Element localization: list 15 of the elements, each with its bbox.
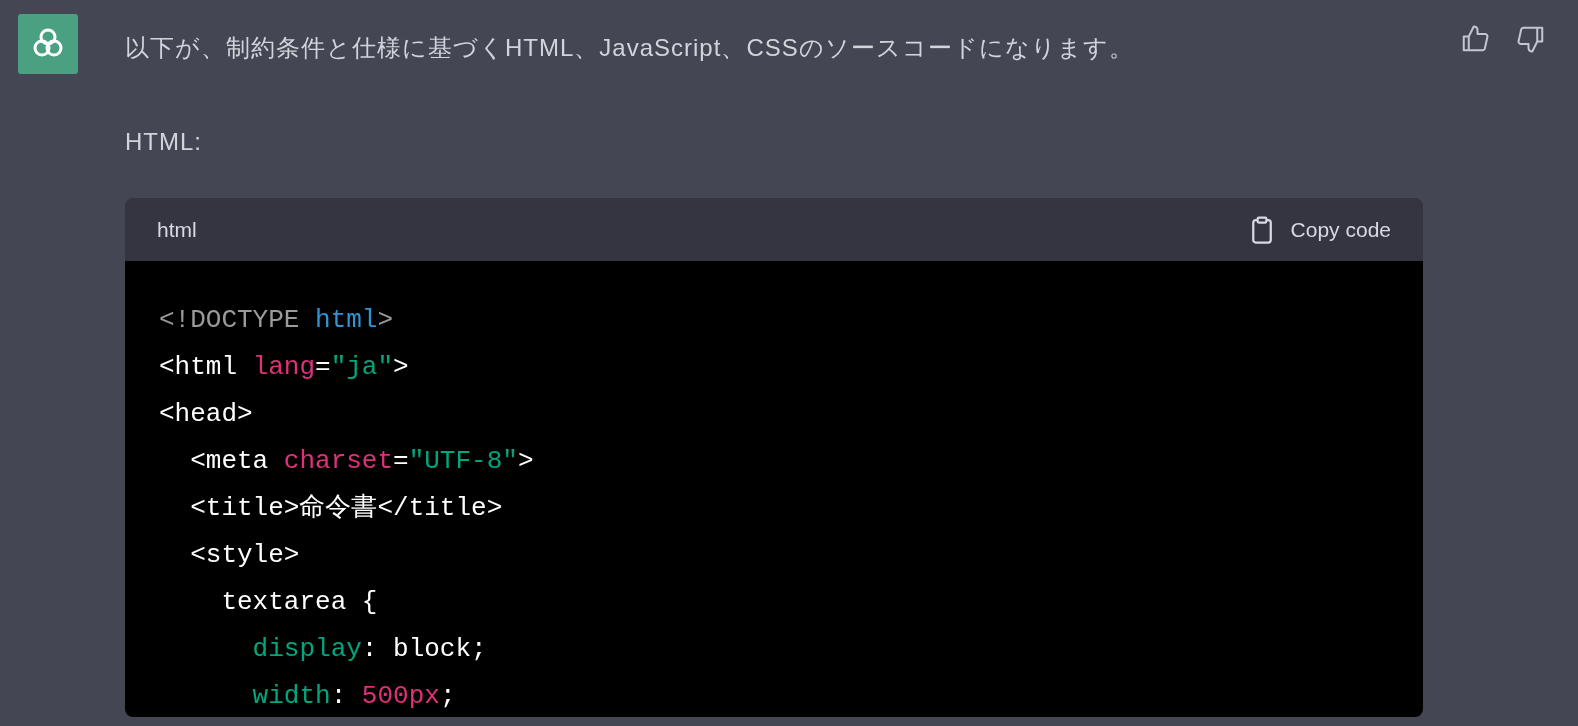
code-line: <head> bbox=[159, 398, 254, 431]
language-label: html bbox=[157, 217, 197, 242]
code-line: <!DOCTYPE html> bbox=[159, 304, 395, 337]
code-line: textarea { bbox=[220, 586, 379, 619]
thumbs-down-icon[interactable] bbox=[1516, 24, 1546, 54]
section-label: HTML: bbox=[125, 127, 203, 157]
code-line: display: block; bbox=[251, 633, 488, 666]
code-line: width: 500px; bbox=[251, 680, 457, 713]
code-line: <html lang="ja"> bbox=[159, 351, 410, 384]
message-text: 以下が、制約条件と仕様に基づくHTML、JavaScript、CSSのソースコードになります。 bbox=[125, 33, 1135, 63]
code-line: <meta charset="UTF-8"> bbox=[189, 445, 535, 478]
code-line: <title>命令書</title> bbox=[189, 492, 504, 525]
copy-code-button[interactable]: Copy code bbox=[1246, 214, 1391, 245]
thumbs-up-icon[interactable] bbox=[1460, 24, 1490, 54]
code-line: <style> bbox=[189, 539, 301, 572]
